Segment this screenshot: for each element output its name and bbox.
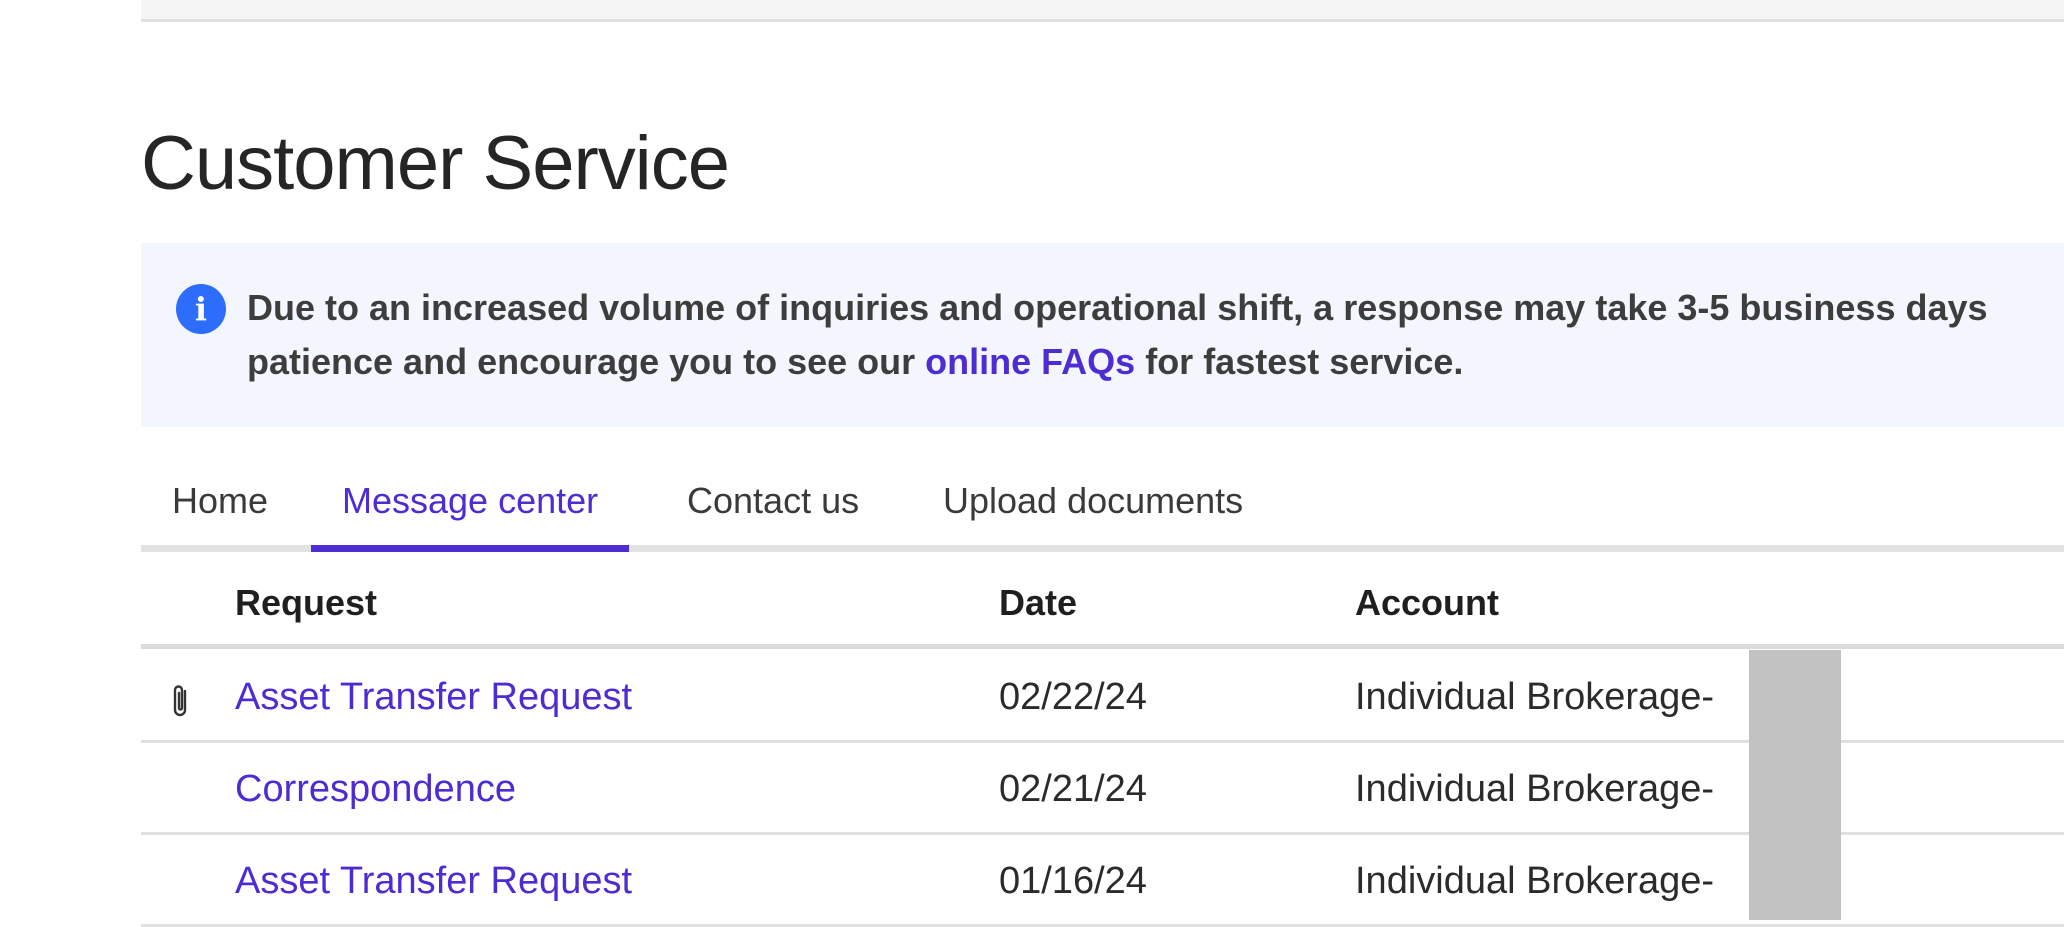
page-title: Customer Service: [141, 121, 730, 206]
tab-home[interactable]: Home: [172, 462, 268, 545]
alert-line-2: patience and encourage you to see our on…: [247, 335, 2064, 389]
column-header-request[interactable]: Request: [235, 582, 377, 624]
account-cell: Individual Brokerage-: [1355, 676, 1715, 718]
date-cell: 01/16/24: [999, 860, 1147, 902]
request-link[interactable]: Asset Transfer Request: [235, 860, 632, 903]
tab-bar: Home Message center Contact us Upload do…: [141, 462, 2064, 552]
column-header-date[interactable]: Date: [999, 582, 1077, 624]
redacted-account-block: [1749, 650, 1841, 920]
alert-message: Due to an increased volume of inquiries …: [247, 281, 2064, 389]
tab-upload-documents[interactable]: Upload documents: [943, 462, 1243, 545]
info-icon: i: [176, 284, 226, 334]
top-bar: [141, 0, 2064, 22]
request-link[interactable]: Correspondence: [235, 768, 516, 811]
alert-text-after-link: for fastest service.: [1135, 341, 1464, 382]
paperclip-icon: [173, 685, 187, 717]
tab-message-center[interactable]: Message center: [311, 462, 630, 552]
alert-line-1: Due to an increased volume of inquiries …: [247, 287, 1988, 328]
column-header-account[interactable]: Account: [1355, 582, 1499, 624]
tab-contact-us[interactable]: Contact us: [687, 462, 859, 545]
account-cell: Individual Brokerage-: [1355, 860, 1715, 902]
table-header: Request Date Account: [141, 552, 2064, 649]
info-alert: i Due to an increased volume of inquirie…: [141, 243, 2064, 427]
request-link[interactable]: Asset Transfer Request: [235, 676, 632, 719]
alert-text-before-link: patience and encourage you to see our: [247, 341, 926, 382]
date-cell: 02/22/24: [999, 676, 1147, 718]
online-faqs-link[interactable]: online FAQs: [925, 341, 1135, 382]
account-cell: Individual Brokerage-: [1355, 768, 1715, 810]
date-cell: 02/21/24: [999, 768, 1147, 810]
